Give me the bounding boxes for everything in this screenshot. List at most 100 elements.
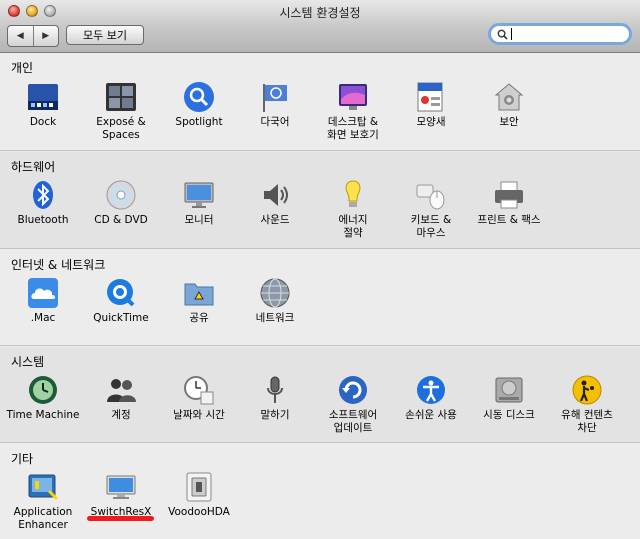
pref-software-update[interactable]: 소프트웨어 업데이트 [314, 374, 392, 435]
keyboard-mouse-icon [416, 184, 445, 210]
pref-international[interactable]: 다국어 [236, 81, 314, 129]
international-flag-icon [263, 84, 287, 112]
security-house-icon [494, 83, 524, 111]
accounts-people-icon [107, 379, 136, 402]
pref-label: Spotlight [175, 116, 223, 128]
pref-security[interactable]: 보안 [470, 81, 548, 129]
pref-switchresx[interactable]: SwitchResX [82, 471, 160, 519]
pref-label: 프린트 & 팩스 [477, 214, 541, 226]
pref-spotlight[interactable]: Spotlight [160, 81, 238, 129]
pref-voodoohda[interactable]: VoodooHDA [160, 471, 238, 519]
pref-label: Application Enhancer [13, 506, 73, 531]
pref-label: 시동 디스크 [483, 409, 535, 421]
window-title: 시스템 환경설정 [279, 6, 361, 20]
pref-mac[interactable]: .Mac [4, 277, 82, 325]
pref-displays[interactable]: 모니터 [160, 179, 238, 227]
section-hardware: 하드웨어 Bluetooth CD & DVD 모니터 사운드 에너지 절약 키… [0, 152, 640, 249]
pref-label: Bluetooth [17, 214, 69, 226]
pref-keyboard-mouse[interactable]: 키보드 & 마우스 [392, 179, 470, 240]
pref-label: 사운드 [260, 214, 290, 226]
highlight-underline [87, 516, 154, 521]
sharing-folder-icon [184, 283, 214, 306]
display-icon [184, 182, 214, 208]
microphone-icon [267, 376, 283, 403]
section-title-internet-network: 인터넷 & 네트워크 [11, 258, 106, 272]
desktop-screensaver-icon [339, 84, 367, 110]
pref-bluetooth[interactable]: Bluetooth [4, 179, 82, 227]
clock-calendar-icon [184, 376, 214, 405]
pref-label: 손쉬운 사용 [405, 409, 457, 421]
cd-dvd-icon [106, 180, 136, 210]
pref-label: 데스크탑 & 화면 보호기 [327, 116, 379, 141]
appearance-icon [417, 82, 443, 112]
accessibility-icon [417, 376, 445, 404]
time-machine-icon [29, 376, 57, 404]
speaker-icon [264, 184, 288, 206]
pref-label: 유해 컨텐츠 차단 [561, 409, 613, 434]
pref-desktop-screensaver[interactable]: 데스크탑 & 화면 보호기 [314, 81, 392, 142]
section-title-other: 기타 [11, 452, 34, 466]
section-other: 기타 Application Enhancer SwitchResX Voodo… [0, 444, 640, 539]
pref-label: Exposé & Spaces [96, 116, 146, 141]
pref-print-fax[interactable]: 프린트 & 팩스 [470, 179, 548, 227]
application-enhancer-icon [28, 474, 59, 501]
text-cursor [511, 28, 512, 40]
forward-button[interactable]: ▶ [32, 26, 59, 46]
printer-icon [495, 181, 523, 209]
pref-date-time[interactable]: 날짜와 시간 [160, 374, 238, 422]
pref-label: 다국어 [260, 116, 290, 128]
section-personal: 개인 Dock Exposé & Spaces Spotlight 다국어 데스… [0, 53, 640, 151]
pref-label: VoodooHDA [168, 506, 230, 518]
pref-network[interactable]: 네트워크 [236, 277, 314, 325]
expose-spaces-icon [106, 83, 136, 111]
back-button[interactable]: ◀ [8, 26, 33, 46]
pref-universal-access[interactable]: 손쉬운 사용 [392, 374, 470, 422]
pref-speech[interactable]: 말하기 [236, 374, 314, 422]
bluetooth-icon [33, 181, 53, 209]
pref-label: 공유 [189, 312, 209, 324]
pref-label: Time Machine [6, 409, 80, 421]
pref-energy-saver[interactable]: 에너지 절약 [314, 179, 392, 240]
network-globe-icon [260, 278, 290, 308]
pref-sharing[interactable]: 공유 [160, 277, 238, 325]
pref-label: 말하기 [260, 409, 290, 421]
section-internet-network: 인터넷 & 네트워크 .Mac QuickTime 공유 네트워크 [0, 250, 640, 346]
pref-label: QuickTime [93, 312, 149, 324]
show-all-button[interactable]: 모두 보기 [66, 25, 144, 45]
pref-label: 계정 [111, 409, 131, 421]
spotlight-icon [184, 82, 214, 112]
section-system: 시스템 Time Machine 계정 날짜와 시간 말하기 소프트웨어 업데이… [0, 347, 640, 443]
quicktime-icon [107, 279, 135, 307]
switchresx-display-icon [106, 475, 136, 499]
voodoohda-icon [186, 472, 212, 502]
pref-accounts[interactable]: 계정 [82, 374, 160, 422]
pref-label: 모니터 [184, 214, 214, 226]
parental-controls-icon [572, 375, 602, 405]
section-title-system: 시스템 [11, 355, 45, 369]
pref-label: 모양새 [416, 116, 446, 128]
back-forward-control: ◀ ▶ [7, 25, 59, 47]
pref-label: 소프트웨어 업데이트 [328, 409, 378, 434]
search-icon [497, 29, 508, 40]
pref-label: 에너지 절약 [338, 214, 368, 239]
pref-label: 날짜와 시간 [173, 409, 225, 421]
lightbulb-icon [345, 180, 361, 207]
pref-quicktime[interactable]: QuickTime [82, 277, 160, 325]
pref-appearance[interactable]: 모양새 [392, 81, 470, 129]
dotmac-cloud-icon [28, 278, 58, 308]
pref-dock[interactable]: Dock [4, 81, 82, 129]
hard-disk-icon [495, 377, 523, 403]
pref-expose-spaces[interactable]: Exposé & Spaces [82, 81, 160, 142]
pref-parental-controls[interactable]: 유해 컨텐츠 차단 [548, 374, 626, 435]
pref-application-enhancer[interactable]: Application Enhancer [4, 471, 82, 532]
pref-cd-dvd[interactable]: CD & DVD [82, 179, 160, 227]
dock-icon [28, 84, 58, 110]
pref-startup-disk[interactable]: 시동 디스크 [470, 374, 548, 422]
pref-time-machine[interactable]: Time Machine [4, 374, 82, 422]
pref-sound[interactable]: 사운드 [236, 179, 314, 227]
software-update-icon [339, 376, 367, 404]
section-title-personal: 개인 [11, 61, 34, 75]
window-toolbar: 시스템 환경설정 ◀ ▶ 모두 보기 [0, 0, 640, 53]
search-field[interactable] [488, 23, 632, 45]
section-title-hardware: 하드웨어 [11, 160, 56, 174]
